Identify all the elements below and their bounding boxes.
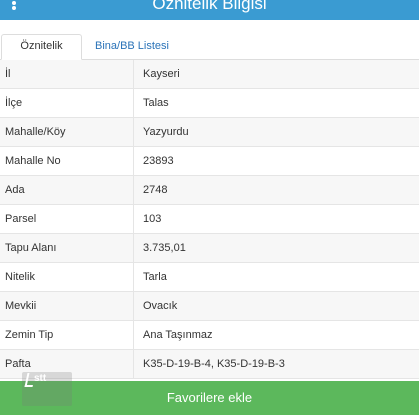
table-row: Tapu Alanı 3.735,01 [0, 234, 419, 263]
row-value: Ovacık [143, 300, 178, 312]
row-key: Ada [0, 176, 134, 204]
watermark-logo: stt [22, 370, 72, 406]
row-value: Talas [143, 97, 169, 109]
row-key: Zemin Tip [0, 321, 134, 349]
table-row: Parsel 103 [0, 205, 419, 234]
row-value: Ana Taşınmaz [143, 329, 213, 341]
table-row: Mahalle No 23893 [0, 147, 419, 176]
tab-bina-bb-listesi[interactable]: Bina/BB Listesi [88, 34, 176, 60]
row-key: Mahalle/Köy [0, 118, 134, 146]
table-row: Mahalle/Köy Yazyurdu [0, 118, 419, 147]
row-key: İl [0, 60, 134, 88]
row-value: Yazyurdu [143, 126, 189, 138]
tab-bar: Öznitelik Bilgisi Bina/BB Listesi [0, 20, 419, 74]
row-value: 23893 [143, 155, 174, 167]
row-value: 2748 [143, 184, 168, 196]
tab-oznitelik-bilgisi[interactable]: Öznitelik Bilgisi [1, 34, 82, 74]
table-row: Mevkii Ovacık [0, 292, 419, 321]
table-row: Ada 2748 [0, 176, 419, 205]
table-row: İl Kayseri [0, 60, 419, 89]
table-row: Nitelik Tarla [0, 263, 419, 292]
row-key: Nitelik [0, 263, 134, 291]
page-title: Öznitelik Bilgisi [152, 0, 267, 13]
row-value: 3.735,01 [143, 242, 186, 254]
row-key: Tapu Alanı [0, 234, 134, 262]
table-row: Zemin Tip Ana Taşınmaz [0, 321, 419, 350]
row-key: Mevkii [0, 292, 134, 320]
row-value: K35-D-19-B-4, K35-D-19-B-3 [143, 358, 285, 370]
row-key: İlçe [0, 89, 134, 117]
row-value: Kayseri [143, 68, 180, 80]
row-key: Mahalle No [0, 147, 134, 175]
row-value: Tarla [143, 271, 167, 283]
attribute-table: İl Kayseri İlçe Talas Mahalle/Köy Yazyur… [0, 60, 419, 379]
table-row: İlçe Talas [0, 89, 419, 118]
logo-text: stt [34, 373, 47, 384]
row-key: Parsel [0, 205, 134, 233]
row-value: 103 [143, 213, 162, 225]
top-bar: Öznitelik Bilgisi [0, 0, 419, 20]
